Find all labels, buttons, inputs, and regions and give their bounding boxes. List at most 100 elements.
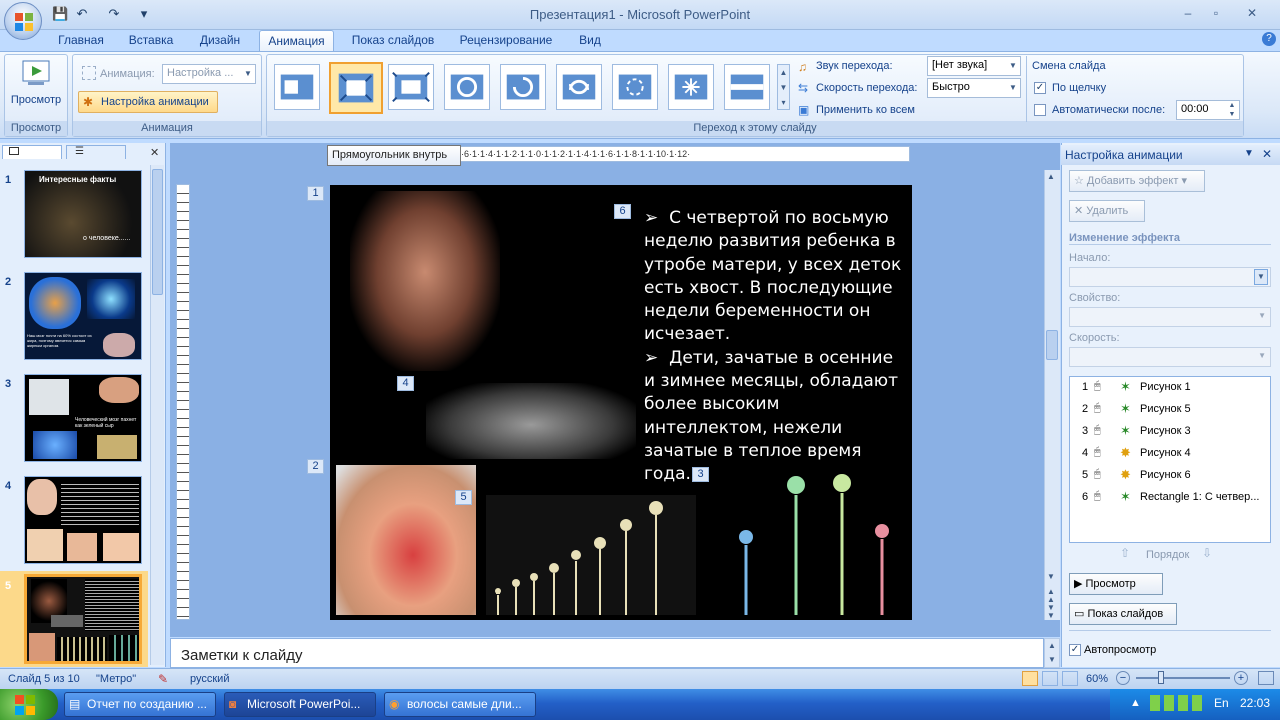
effect-item[interactable]: 4 🖱 ✸ Рисунок 4 [1070, 443, 1270, 465]
thumb-text-block [61, 481, 139, 527]
taskbar-item-word[interactable]: ▤ Отчет по созданию ... [64, 692, 216, 717]
tray-icons[interactable] [1150, 695, 1206, 711]
zoom-out-icon[interactable]: − [1116, 671, 1130, 685]
scroll-thumb[interactable] [1046, 330, 1058, 360]
babies-image[interactable] [426, 383, 636, 459]
scroll-down-icon[interactable]: ▼ [1047, 572, 1055, 581]
auto-after-time[interactable]: 00:00 ▲ ▼ [1176, 100, 1240, 120]
skeleton-family-image[interactable] [716, 465, 912, 620]
baby-image-3 [67, 533, 97, 561]
help-icon[interactable]: ? [1262, 32, 1276, 46]
transition-thumb-9[interactable] [724, 64, 770, 110]
tray-icon[interactable]: ▲ [1130, 697, 1141, 709]
effects-list[interactable]: 1 🖱 ✶ Рисунок 1 2 🖱 ✶ Рисунок 5 3 🖱 ✶ Рисунок 3 4… [1069, 376, 1271, 543]
sound-combo[interactable]: [Нет звука] ▼ [927, 56, 1021, 76]
autopreview-checkbox[interactable]: ✓ [1069, 644, 1081, 656]
pane-title-text: Настройка анимации [1065, 148, 1183, 162]
tab-slides[interactable] [2, 145, 62, 159]
slide-thumb-2[interactable]: Наш мозг почти на 60% состоит из жира, п… [24, 272, 142, 360]
slideshow-view-icon[interactable] [1062, 671, 1078, 686]
start-button[interactable] [0, 689, 58, 720]
maximize-button[interactable]: ▫ [1204, 4, 1228, 22]
slide-text[interactable]: ➢ С четвертой по восьмую неделю развития… [644, 207, 906, 487]
transition-thumb-4[interactable] [444, 64, 490, 110]
on-click-checkbox[interactable]: ✓ [1034, 82, 1046, 94]
normal-view-icon[interactable] [1022, 671, 1038, 686]
speed-combo[interactable]: Быстро ▼ [927, 78, 1021, 98]
office-button[interactable] [4, 2, 42, 40]
pane-close-icon[interactable]: ✕ [1262, 147, 1272, 161]
animation-marker-3[interactable]: 3 [692, 467, 709, 482]
transition-thumb-5[interactable] [500, 64, 546, 110]
slide-scrollbar[interactable]: ▲ ▼ ▲ ▲ ▼ ▼ [1044, 170, 1060, 620]
slide-thumb-4[interactable] [24, 476, 142, 564]
zoom-in-icon[interactable]: + [1234, 671, 1248, 685]
taskbar-item-powerpoint[interactable]: ◙ Microsoft PowerPoi... [224, 692, 376, 717]
slides-scrollbar[interactable] [150, 165, 164, 665]
animation-marker-6[interactable]: 6 [614, 204, 631, 219]
close-panel-icon[interactable]: ✕ [150, 146, 159, 159]
auto-after-checkbox[interactable] [1034, 104, 1046, 116]
transition-thumb-box-in[interactable] [329, 62, 383, 114]
animation-marker-5[interactable]: 5 [455, 490, 472, 505]
zoom-slider[interactable] [1136, 677, 1230, 679]
slide-thumb-5[interactable] [24, 574, 142, 664]
effect-item[interactable]: 6 🖱 ✶ Rectangle 1: С четвер... [1070, 487, 1270, 509]
apply-all-button[interactable]: Применить ко всем [816, 104, 915, 116]
slide-canvas[interactable]: ➢ С четвертой по восьмую неделю развития… [330, 185, 912, 620]
notes-field[interactable]: Заметки к слайду [170, 638, 1044, 668]
slide-thumb-1[interactable]: Интересные факты о человеке...... [24, 170, 142, 258]
fetus-image[interactable] [336, 465, 476, 615]
zoom-slider-thumb[interactable] [1158, 671, 1164, 684]
prev-slide-icon[interactable]: ▲ ▲ [1047, 588, 1055, 604]
effect-item[interactable]: 5 🖱 ✸ Рисунок 6 [1070, 465, 1270, 487]
tab-view[interactable]: Вид [572, 30, 608, 52]
animation-marker-1[interactable]: 1 [307, 186, 324, 201]
animation-marker-4[interactable]: 4 [397, 376, 414, 391]
effect-item[interactable]: 1 🖱 ✶ Рисунок 1 [1070, 377, 1270, 399]
transition-thumb-7[interactable] [612, 64, 658, 110]
tab-design[interactable]: Дизайн [192, 30, 248, 52]
custom-animation-button[interactable]: ✱ Настройка анимации [78, 91, 218, 113]
tab-home[interactable]: Главная [50, 30, 112, 52]
zoom-level[interactable]: 60% [1086, 673, 1108, 685]
preview-button[interactable]: Просмотр [8, 94, 64, 106]
transition-thumb-box-out[interactable] [388, 64, 434, 110]
pane-preview-button[interactable]: ▶ Просмотр [1069, 573, 1163, 595]
tab-review[interactable]: Рецензирование [452, 30, 560, 52]
transition-thumb-8[interactable] [668, 64, 714, 110]
tab-outline[interactable]: ☰ [66, 145, 126, 159]
next-slide-icon[interactable]: ▼ ▼ [1047, 604, 1055, 620]
minimize-button[interactable]: – [1176, 4, 1200, 22]
scroll-up-icon[interactable]: ▲ [1047, 172, 1055, 181]
status-language[interactable]: русский [190, 673, 229, 685]
close-button[interactable]: ✕ [1240, 4, 1264, 22]
effect-item[interactable]: 3 🖱 ✶ Рисунок 3 [1070, 421, 1270, 443]
scroll-thumb[interactable] [152, 169, 163, 295]
tab-insert[interactable]: Вставка [120, 30, 182, 52]
input-language[interactable]: En [1214, 696, 1229, 710]
slide-thumb-3[interactable]: Человеческий мозг пахнет как зеленый сыр [24, 374, 142, 462]
sorter-view-icon[interactable] [1042, 671, 1058, 686]
notes-scrollbar[interactable]: ▲ ▼ [1044, 638, 1060, 668]
separator [1069, 244, 1271, 245]
clock[interactable]: 22:03 [1240, 696, 1270, 710]
transition-thumb-6[interactable] [556, 64, 602, 110]
fit-window-icon[interactable] [1258, 671, 1274, 685]
animation-combo[interactable]: Настройка ... ▼ [162, 64, 256, 84]
transition-thumb-1[interactable] [274, 64, 320, 110]
pane-menu-icon[interactable]: ▼ [1244, 148, 1254, 159]
taskbar-item-browser[interactable]: ◉ волосы самые дли... [384, 692, 536, 717]
spinner-icon[interactable]: ▲ ▼ [1225, 101, 1239, 119]
pregnant-xray-image[interactable] [350, 191, 500, 371]
status-theme: "Метро" [96, 673, 137, 685]
skeletons-image[interactable] [486, 495, 696, 615]
animation-marker-2[interactable]: 2 [307, 459, 324, 474]
entrance-effect-icon: ✶ [1120, 401, 1131, 416]
effect-item[interactable]: 2 🖱 ✶ Рисунок 5 [1070, 399, 1270, 421]
tab-animation[interactable]: Анимация [259, 30, 334, 52]
spellcheck-icon[interactable]: ✎ [158, 672, 168, 686]
gallery-scroll[interactable]: ▲ ▼ ▾ [777, 64, 790, 110]
tab-slideshow[interactable]: Показ слайдов [344, 30, 442, 52]
pane-slideshow-button[interactable]: ▭ Показ слайдов [1069, 603, 1177, 625]
